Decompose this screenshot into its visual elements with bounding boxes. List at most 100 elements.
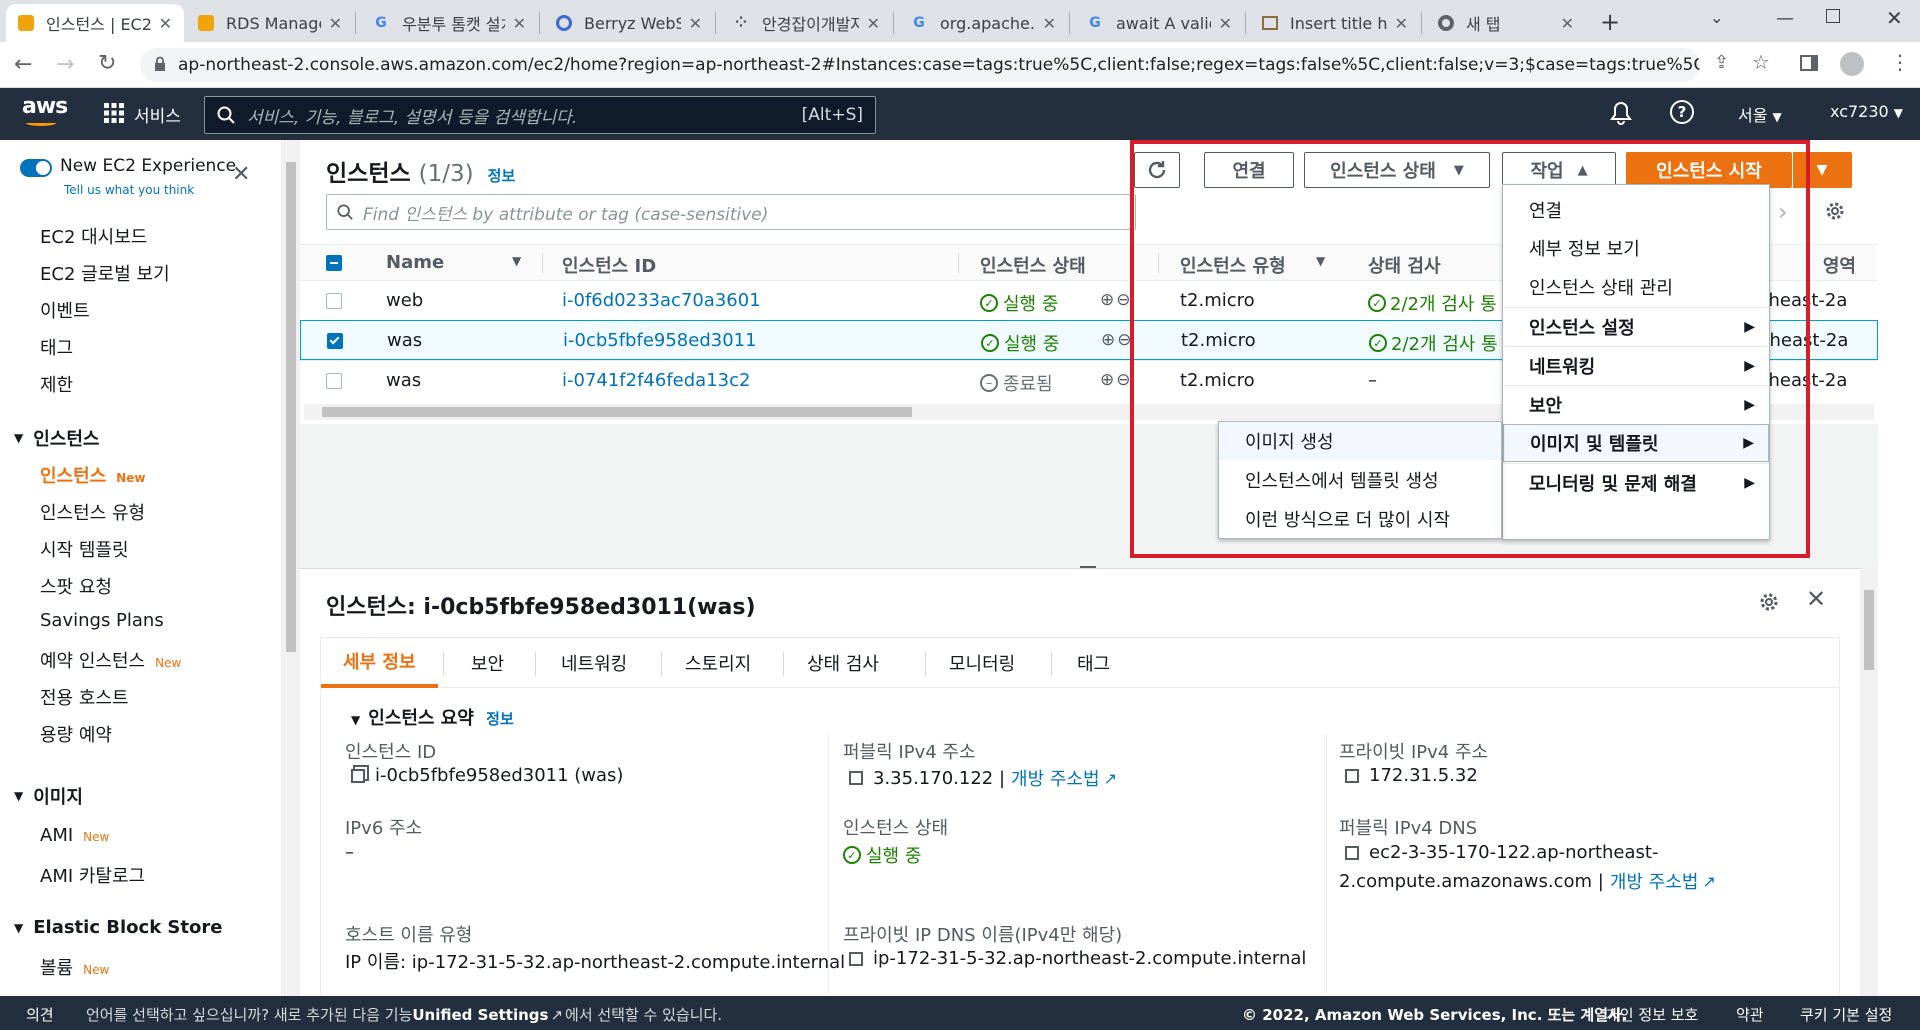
sidebar-item-savings-plans[interactable]: Savings Plans: [40, 610, 164, 631]
services-menu[interactable]: 서비스: [134, 102, 181, 127]
share-icon[interactable]: ⇪: [1714, 52, 1729, 73]
info-link[interactable]: 정보: [488, 167, 516, 185]
sidebar-item-instances[interactable]: 인스턴스 New: [40, 462, 146, 488]
tab-networking[interactable]: 네트워킹: [561, 638, 627, 688]
tab-details[interactable]: 세부 정보: [321, 638, 438, 688]
url-field[interactable]: ap-northeast-2.console.aws.amazon.com/ec…: [140, 48, 1700, 82]
help-icon[interactable]: ?: [1670, 100, 1694, 124]
close-tab-icon[interactable]: ✕: [867, 14, 880, 33]
close-details-icon[interactable]: ✕: [1806, 585, 1826, 613]
sidebar-item-capacity-reservations[interactable]: 용량 예약: [40, 721, 112, 747]
column-name[interactable]: Name: [386, 252, 444, 273]
tab-storage[interactable]: 스토리지: [685, 638, 751, 688]
sidebar-item-tags[interactable]: 태그: [40, 334, 73, 360]
side-panel-icon[interactable]: [1800, 55, 1818, 71]
copy-icon[interactable]: [1345, 845, 1359, 860]
zoom-in-icon[interactable]: ⊕: [1101, 330, 1115, 350]
open-address-link[interactable]: 개방 주소법: [1011, 765, 1100, 791]
close-tab-icon[interactable]: ✕: [513, 14, 526, 33]
settings-gear-icon[interactable]: [1824, 200, 1846, 222]
browser-menu-icon[interactable]: ⋮: [1890, 50, 1910, 74]
tab-security[interactable]: 보안: [471, 638, 504, 688]
tab-search-icon[interactable]: ⌄: [1710, 8, 1723, 27]
sidebar-section-ebs[interactable]: ▼ Elastic Block Store: [14, 917, 222, 938]
unified-settings-link[interactable]: Unified Settings: [412, 1006, 548, 1024]
browser-tab[interactable]: 새 탭 ✕: [1426, 4, 1586, 42]
open-address-link[interactable]: 개방 주소법: [1610, 868, 1699, 894]
close-tab-icon[interactable]: ✕: [159, 14, 172, 33]
zoom-out-icon[interactable]: ⊖: [1116, 370, 1130, 390]
settings-gear-icon[interactable]: [1758, 591, 1780, 613]
cookie-preferences-link[interactable]: 쿠키 기본 설정: [1800, 1004, 1892, 1025]
browser-tab[interactable]: Insert title here ✕: [1250, 4, 1420, 42]
tab-monitoring[interactable]: 모니터링: [949, 638, 1015, 688]
feedback-link[interactable]: 의견: [26, 1004, 54, 1025]
close-tab-icon[interactable]: ✕: [1395, 14, 1408, 33]
instance-id-link[interactable]: i-0741f2f46feda13c2: [562, 370, 750, 391]
sidebar-item-reserved-instances[interactable]: 예약 인스턴스 New: [40, 647, 181, 673]
copy-icon[interactable]: [351, 768, 365, 783]
column-instance-id[interactable]: 인스턴스 ID: [562, 252, 656, 278]
sidebar-item-ami[interactable]: AMI New: [40, 825, 109, 846]
notifications-bell-icon[interactable]: [1610, 101, 1632, 125]
sidebar-section-images[interactable]: ▼ 이미지: [14, 783, 83, 809]
terms-link[interactable]: 약관: [1736, 1004, 1764, 1025]
window-close-icon[interactable]: ✕: [1886, 6, 1903, 30]
instance-filter-input[interactable]: Find 인스턴스 by attribute or tag (case-sens…: [326, 194, 1136, 230]
close-tab-icon[interactable]: ✕: [689, 14, 702, 33]
details-scrollbar[interactable]: [1860, 568, 1878, 996]
copy-icon[interactable]: [849, 951, 863, 966]
aws-search-input[interactable]: 서비스, 기능, 블로그, 설명서 등을 검색합니다. [Alt+S]: [204, 96, 876, 134]
sidebar-item-volumes[interactable]: 볼륨 New: [40, 954, 109, 980]
new-tab-icon[interactable]: +: [1600, 8, 1620, 36]
copy-icon[interactable]: [849, 771, 863, 785]
browser-tab[interactable]: G await A valid ✕: [1074, 4, 1244, 42]
sidebar-item-events[interactable]: 이벤트: [40, 297, 90, 323]
bookmark-star-icon[interactable]: ☆: [1752, 50, 1770, 74]
feedback-link[interactable]: Tell us what you think: [64, 183, 194, 197]
sidebar-item-dedicated-hosts[interactable]: 전용 호스트: [40, 684, 129, 710]
zoom-in-icon[interactable]: ⊕: [1100, 290, 1114, 310]
profile-avatar[interactable]: [1840, 52, 1864, 76]
reload-icon[interactable]: ↻: [98, 51, 116, 76]
close-icon[interactable]: ✕: [232, 162, 250, 187]
close-tab-icon[interactable]: ✕: [329, 14, 342, 33]
browser-tab[interactable]: Berryz WebShare ✕: [544, 4, 714, 42]
close-tab-icon[interactable]: ✕: [1561, 14, 1574, 33]
minimize-icon[interactable]: —: [1776, 8, 1794, 29]
back-icon[interactable]: ←: [14, 52, 32, 77]
browser-tab[interactable]: 인스턴스 | EC2 ✕: [6, 4, 184, 42]
sidebar-item-dashboard[interactable]: EC2 대시보드: [40, 223, 147, 249]
sidebar-item-global-view[interactable]: EC2 글로벌 보기: [40, 260, 170, 286]
sort-caret-icon[interactable]: ▼: [512, 254, 521, 268]
aws-logo[interactable]: aws: [22, 94, 68, 119]
privacy-link[interactable]: 개인 정보 보호: [1606, 1004, 1698, 1025]
copy-icon[interactable]: [1345, 768, 1359, 783]
sidebar-item-instance-types[interactable]: 인스턴스 유형: [40, 499, 145, 525]
tab-status-checks[interactable]: 상태 검사: [807, 638, 879, 688]
select-all-checkbox[interactable]: [326, 255, 342, 271]
instance-id-link[interactable]: i-0f6d0233ac70a3601: [562, 290, 761, 311]
sidebar-item-limits[interactable]: 제한: [40, 371, 73, 397]
info-link[interactable]: 정보: [486, 710, 514, 728]
row-checkbox[interactable]: [326, 373, 342, 389]
browser-tab[interactable]: G 우분투 톰캣 설치 ✕: [360, 4, 538, 42]
column-instance-state[interactable]: 인스턴스 상태: [980, 252, 1086, 278]
sidebar-item-spot-requests[interactable]: 스팟 요청: [40, 573, 112, 599]
browser-tab[interactable]: RDS Management ✕: [186, 4, 354, 42]
zoom-in-icon[interactable]: ⊕: [1100, 370, 1114, 390]
sidebar-item-launch-templates[interactable]: 시작 템플릿: [40, 536, 129, 562]
sidebar-section-instances[interactable]: ▼ 인스턴스: [14, 425, 99, 451]
tab-tags[interactable]: 태그: [1077, 638, 1110, 688]
zoom-out-icon[interactable]: ⊖: [1116, 290, 1130, 310]
summary-section-header[interactable]: ▼ 인스턴스 요약 정보: [351, 704, 514, 730]
sidebar-item-ami-catalog[interactable]: AMI 카탈로그: [40, 862, 145, 888]
row-checkbox[interactable]: [326, 293, 342, 309]
account-menu[interactable]: xc7230 ▼: [1830, 102, 1903, 121]
close-tab-icon[interactable]: ✕: [1043, 14, 1056, 33]
forward-icon[interactable]: →: [56, 52, 74, 77]
browser-tab[interactable]: G org.apache.catalina ✕: [898, 4, 1068, 42]
sidebar-scrollbar[interactable]: [282, 140, 300, 996]
instance-id-link[interactable]: i-0cb5fbfe958ed3011: [563, 330, 757, 351]
row-checkbox[interactable]: [327, 333, 343, 349]
